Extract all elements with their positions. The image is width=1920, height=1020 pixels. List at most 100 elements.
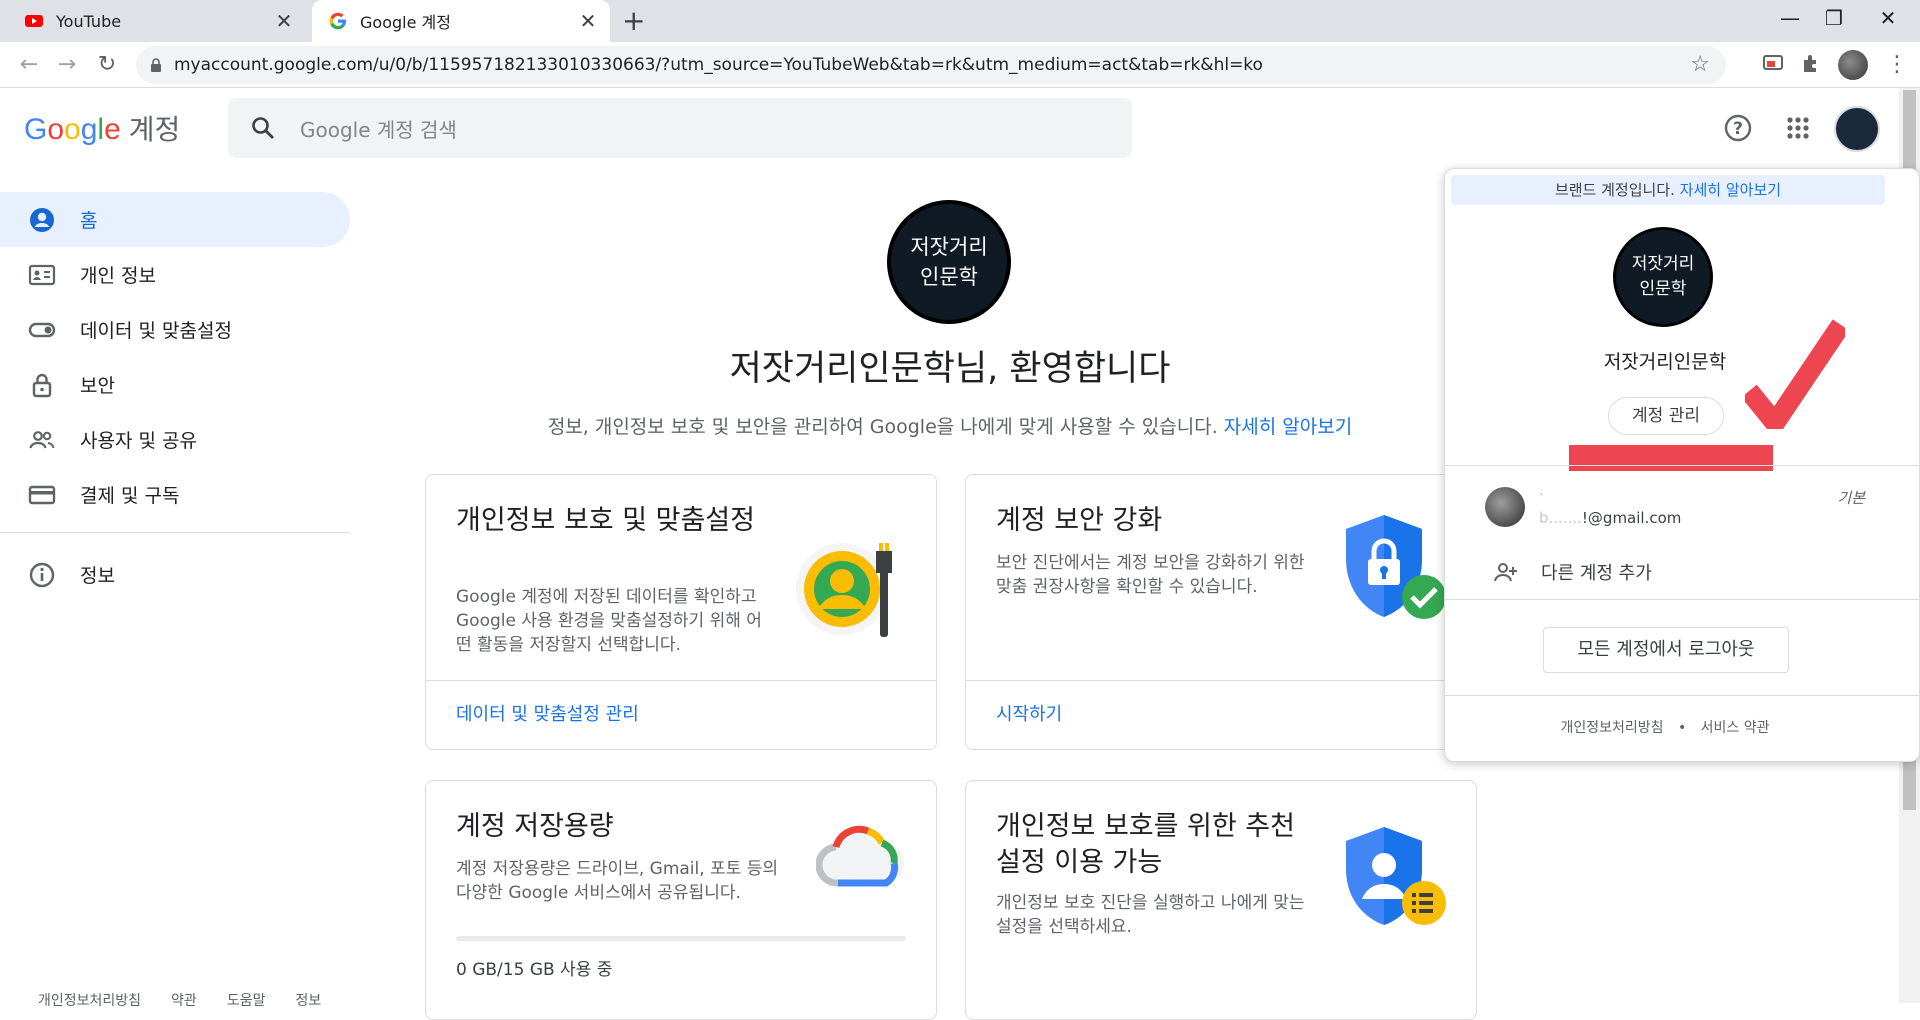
redaction-mark (1569, 445, 1773, 471)
learn-more-link[interactable]: 자세히 알아보기 (1224, 416, 1352, 438)
sidebar-item-label: 사용자 및 공유 (80, 430, 197, 452)
sidebar-item-label: 결제 및 구독 (80, 485, 180, 507)
lock-icon (32, 373, 52, 398)
avatar-text-line: 저잣거리 (910, 235, 988, 259)
sidebar-item-home[interactable]: 홈 (0, 192, 350, 247)
bookmark-star-icon[interactable]: ☆ (1690, 52, 1710, 77)
account-list-item[interactable]: · b.......!@gmail.com 기본 (1485, 485, 1885, 535)
account-switcher-popup: 브랜드 계정입니다. 자세히 알아보기 저잣거리 인문학 저잣거리인문학 계정 … (1444, 168, 1920, 762)
subtitle-text: 정보, 개인정보 보호 및 보안을 관리하여 Google을 나에게 맞게 사용… (547, 416, 1218, 438)
tab-google-account[interactable]: Google 계정 ✕ (312, 0, 610, 42)
sidebar-item-data-personalization[interactable]: 데이터 및 맞춤설정 (0, 302, 350, 357)
card-link[interactable]: 시작하기 (996, 700, 1062, 726)
account-search-bar[interactable]: Google 계정 검색 (228, 98, 1132, 158)
home-account-icon (30, 208, 54, 232)
extensions-icon[interactable] (1800, 52, 1822, 74)
popup-avatar[interactable]: 저잣거리 인문학 (1613, 227, 1713, 327)
sidebar-footer-links: 개인정보처리방침 약관 도움말 정보 (38, 990, 321, 1010)
browser-toolbar: ← → ↻ myaccount.google.com/u/0/b/1159571… (0, 42, 1920, 88)
card-security[interactable]: 계정 보안 강화 보안 진단에서는 계정 보안을 강화하기 위한 맞춤 권장사항… (965, 474, 1477, 750)
card-title: 개인정보 보호를 위한 추천 설정 이용 가능 (996, 811, 1295, 878)
logo-letter: o (64, 113, 81, 146)
card-title: 개인정보 보호 및 맞춤설정 (456, 505, 755, 536)
footer-link-about[interactable]: 정보 (295, 990, 321, 1010)
popup-footer: 개인정보처리방침 • 서비스 약관 (1445, 717, 1885, 737)
people-icon (29, 431, 55, 449)
account-name: · (1539, 487, 1544, 503)
add-account-button[interactable]: 다른 계정 추가 (1493, 559, 1652, 585)
avatar-text-line: 인문학 (920, 265, 978, 289)
brand-account-notice: 브랜드 계정입니다. 자세히 알아보기 (1451, 175, 1885, 205)
sidebar-item-label: 홈 (80, 210, 98, 232)
sidebar-item-payments[interactable]: 결제 및 구독 (0, 467, 350, 522)
account-avatar[interactable] (1834, 106, 1880, 152)
close-window-button[interactable]: ✕ (1868, 6, 1908, 30)
card-privacy-personalization[interactable]: 개인정보 보호 및 맞춤설정 Google 계정에 저장된 데이터를 확인하고 … (425, 474, 937, 750)
card-privacy-checkup[interactable]: 개인정보 보호를 위한 추천 설정 이용 가능 개인정보 보호 진단을 실행하고… (965, 780, 1477, 1020)
sidebar-item-label: 개인 정보 (80, 265, 156, 287)
storage-usage-text: 0 GB/15 GB 사용 중 (456, 960, 613, 980)
footer-link-help[interactable]: 도움말 (227, 990, 266, 1010)
footer-link-privacy[interactable]: 개인정보처리방침 (38, 990, 141, 1010)
google-account-logo[interactable]: Google 계정 (24, 108, 180, 148)
add-person-icon (1494, 563, 1517, 582)
add-account-label: 다른 계정 추가 (1541, 563, 1652, 584)
youtube-icon (25, 15, 43, 27)
google-g-icon (329, 12, 346, 30)
privacy-checkup-icon (1346, 827, 1446, 925)
search-icon (252, 117, 274, 139)
info-icon (29, 562, 55, 588)
forward-button[interactable]: → (52, 50, 82, 80)
profile-picture[interactable]: 저잣거리 인문학 (887, 200, 1011, 324)
lock-icon (151, 57, 161, 72)
card-description: Google 계정에 저장된 데이터를 확인하고 Google 사용 환경을 맞… (456, 587, 762, 655)
sidebar-item-about[interactable]: 정보 (0, 547, 350, 602)
footer-separator: • (1677, 720, 1687, 736)
sign-out-all-button[interactable]: 모든 계정에서 로그아웃 (1543, 627, 1789, 673)
reload-button[interactable]: ↻ (92, 50, 122, 80)
logo-letter: l (97, 113, 105, 146)
url-text: myaccount.google.com/u/0/b/1159571821330… (174, 55, 1263, 75)
sidebar-item-label: 데이터 및 맞춤설정 (80, 320, 232, 342)
card-description: 개인정보 보호 진단을 실행하고 나에게 맞는 설정을 선택하세요. (996, 893, 1305, 937)
new-tab-button[interactable]: + (622, 4, 645, 37)
sidebar-item-personal-info[interactable]: 개인 정보 (0, 247, 350, 302)
brand-notice-text: 브랜드 계정입니다. (1554, 181, 1675, 199)
toggle-icon (28, 322, 56, 338)
manage-account-button[interactable]: 계정 관리 (1608, 397, 1724, 435)
account-avatar (1485, 487, 1525, 527)
footer-link-terms[interactable]: 약관 (171, 990, 197, 1010)
tab-title: YouTube (56, 11, 122, 31)
sidebar-item-security[interactable]: 보안 (0, 357, 350, 412)
sidebar-nav: 홈 개인 정보 데이터 및 맞춤설정 보안 사용자 및 공유 결제 및 구독 정… (0, 192, 350, 602)
popup-privacy-link[interactable]: 개인정보처리방침 (1560, 720, 1663, 736)
back-button[interactable]: ← (14, 50, 44, 80)
card-title: 계정 저장용량 (456, 811, 614, 842)
maximize-button[interactable]: ❐ (1814, 6, 1854, 30)
menu-icon[interactable]: ⋮ (1886, 52, 1908, 77)
tab-close-button[interactable]: ✕ (272, 9, 296, 33)
profile-avatar[interactable] (1838, 50, 1868, 80)
card-link[interactable]: 데이터 및 맞춤설정 관리 (456, 700, 639, 726)
address-bar[interactable]: myaccount.google.com/u/0/b/1159571821330… (136, 46, 1726, 84)
cast-icon[interactable] (1762, 52, 1784, 74)
avatar-text-line: 인문학 (1639, 279, 1687, 299)
brand-learn-more-link[interactable]: 자세히 알아보기 (1680, 181, 1781, 199)
minimize-button[interactable]: — (1770, 6, 1810, 30)
logo-letter: o (47, 113, 65, 146)
card-storage[interactable]: 계정 저장용량 계정 저장용량은 드라이브, Gmail, 포토 등의 다양한 … (425, 780, 937, 1020)
popup-terms-link[interactable]: 서비스 약관 (1701, 720, 1770, 736)
sidebar-divider (0, 532, 350, 533)
card-divider (966, 680, 1476, 681)
tab-close-button[interactable]: ✕ (576, 9, 600, 33)
welcome-subtitle: 정보, 개인정보 보호 및 보안을 관리하여 Google을 나에게 맞게 사용… (400, 412, 1500, 439)
popup-divider (1445, 695, 1919, 696)
card-description: 보안 진단에서는 계정 보안을 강화하기 위한 맞춤 권장사항을 확인할 수 있… (996, 553, 1305, 597)
account-email: b.......!@gmail.com (1539, 509, 1681, 527)
default-account-badge: 기본 (1837, 489, 1865, 507)
sidebar-item-people-sharing[interactable]: 사용자 및 공유 (0, 412, 350, 467)
tab-title: Google 계정 (360, 13, 451, 32)
apps-grid-icon[interactable] (1782, 112, 1814, 144)
tab-youtube[interactable]: YouTube ✕ (8, 0, 306, 42)
help-icon[interactable]: ? (1722, 112, 1754, 144)
